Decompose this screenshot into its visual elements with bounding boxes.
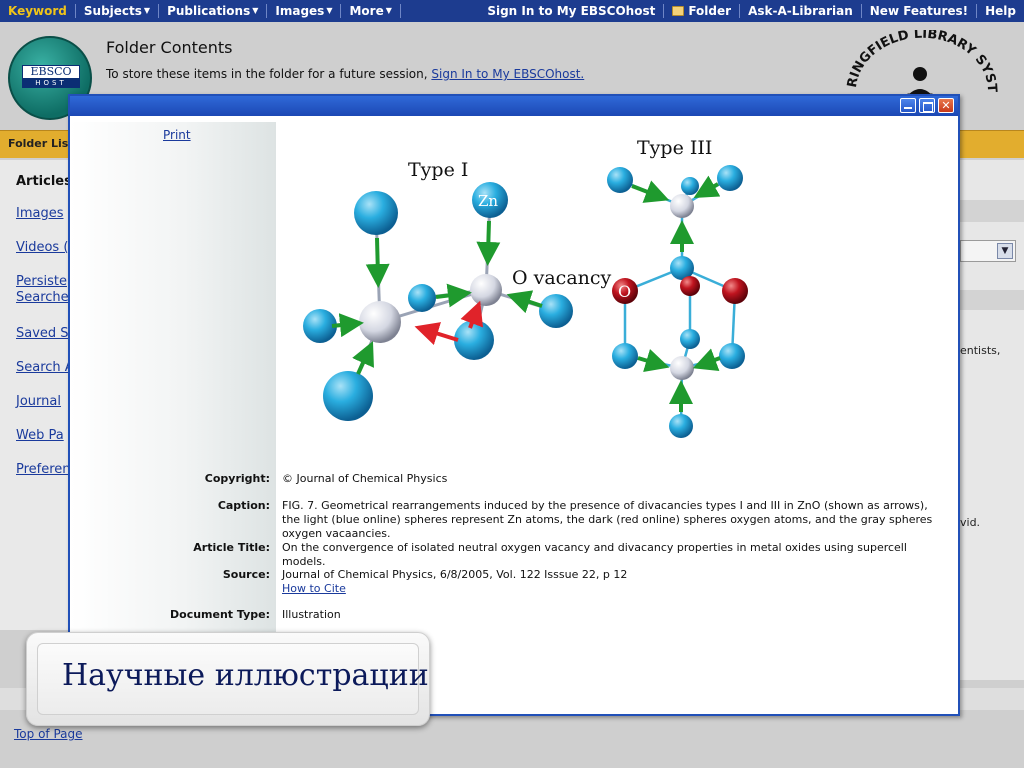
- print-link[interactable]: Print: [163, 128, 191, 142]
- zn-atom: [669, 414, 693, 438]
- zn-atom: [680, 329, 700, 349]
- nav-folder-label: Folder: [688, 4, 732, 18]
- left-menu: Articles Images Videos ( Persiste Search…: [0, 160, 74, 630]
- nav-subjects-label: Subjects: [83, 4, 142, 18]
- logo-bottom-text: HOST: [22, 79, 80, 88]
- window-titlebar[interactable]: ✕: [70, 96, 958, 116]
- how-to-cite-link[interactable]: How to Cite: [282, 582, 942, 596]
- zn-atom: [681, 177, 699, 195]
- left-menu-item-journal[interactable]: Journal: [16, 394, 61, 410]
- nav-folder[interactable]: Folder: [664, 4, 741, 18]
- slide-caption-inner: Научные иллюстрации: [37, 643, 429, 715]
- zn-atom: [717, 165, 743, 191]
- right-text-fragment-2: vid.: [960, 516, 981, 529]
- nav-more[interactable]: More ▼: [341, 4, 401, 18]
- slide-caption-text: Научные иллюстрации: [62, 658, 429, 693]
- left-menu-item-preferences[interactable]: Preferen: [16, 462, 71, 478]
- zn-atom: [354, 191, 398, 235]
- nav-more-label: More: [349, 4, 384, 18]
- right-bar-2: [960, 290, 1024, 310]
- source-text: Journal of Chemical Physics, 6/8/2005, V…: [282, 568, 628, 581]
- right-bar: [960, 200, 1024, 222]
- left-menu-item-searches[interactable]: Searche: [16, 290, 69, 306]
- slide-caption-box: Научные иллюстрации: [26, 632, 430, 726]
- caption-value: FIG. 7. Geometrical rearrangements induc…: [282, 499, 933, 540]
- page-subtitle: To store these items in the folder for a…: [106, 67, 584, 81]
- chevron-down-icon: ▼: [326, 6, 333, 15]
- copyright-value: © Journal of Chemical Physics: [282, 472, 448, 485]
- zn-atom: [303, 309, 337, 343]
- molecular-figure: Type I Zn O vacancy Type III O: [303, 137, 748, 438]
- logo-top-text: EBSCO: [22, 65, 80, 79]
- type-3-label: Type III: [637, 137, 712, 159]
- left-menu-item-images[interactable]: Images: [16, 206, 64, 222]
- nav-help[interactable]: Help: [977, 4, 1024, 18]
- article-title-value: On the convergence of isolated neutral o…: [282, 541, 907, 568]
- right-column: ▼ entists, vid.: [960, 160, 1024, 680]
- zn-atom: [612, 343, 638, 369]
- top-navigation-bar: Keyword Subjects ▼ Publications ▼ Images ▼ …: [0, 0, 1024, 22]
- nav-ask-a-librarian[interactable]: Ask-A-Librarian: [740, 4, 862, 18]
- window-left-panel: [70, 122, 276, 718]
- zn-atom: [607, 167, 633, 193]
- left-menu-item-videos[interactable]: Videos (: [16, 240, 68, 256]
- document-type-label: Document Type:: [170, 608, 270, 621]
- left-menu-item-web-pages[interactable]: Web Pa: [16, 428, 64, 444]
- nav-keyword[interactable]: Keyword: [0, 4, 76, 18]
- article-title-label: Article Title:: [193, 541, 270, 554]
- left-menu-item-saved[interactable]: Saved S: [16, 326, 69, 342]
- reader-head-shape: [913, 67, 927, 81]
- folder-icon: [672, 6, 685, 16]
- sign-in-link[interactable]: Sign In to My EBSCOhost.: [431, 67, 584, 81]
- zn-atom: [408, 284, 436, 312]
- oxygen-vacancy-atom: [470, 274, 502, 306]
- left-menu-header: Articles: [16, 174, 72, 189]
- zn-atom: [323, 371, 373, 421]
- o-label: O: [618, 282, 631, 301]
- nav-subjects[interactable]: Subjects ▼: [76, 4, 160, 18]
- zn-atom: [539, 294, 573, 328]
- nav-images[interactable]: Images ▼: [267, 4, 342, 18]
- oxygen-vacancy-atom: [359, 301, 401, 343]
- zn-atom: [454, 320, 494, 360]
- subtitle-text: To store these items in the folder for a…: [106, 67, 428, 81]
- nav-new-features[interactable]: New Features!: [862, 4, 978, 18]
- right-select[interactable]: ▼: [960, 240, 1016, 262]
- document-type-value: Illustration: [282, 608, 341, 621]
- page-title: Folder Contents: [106, 38, 233, 57]
- type-1-label: Type I: [408, 159, 468, 181]
- left-menu-item-search-alerts[interactable]: Search A: [16, 360, 74, 376]
- chevron-down-icon: ▼: [385, 6, 392, 15]
- maximize-button[interactable]: [919, 98, 935, 113]
- source-label: Source:: [222, 568, 270, 581]
- minimize-button[interactable]: [900, 98, 916, 113]
- chevron-down-icon: ▼: [252, 6, 259, 15]
- oxygen-atom: [680, 276, 700, 296]
- oxygen-vacancy-atom: [670, 356, 694, 380]
- oxygen-atom: [722, 278, 748, 304]
- copyright-label: Copyright:: [204, 472, 270, 485]
- image-detail-window: ✕ Print Type I Zn O vacancy Type III O C…: [68, 94, 960, 718]
- chevron-down-icon: ▼: [143, 6, 151, 15]
- zn-atom: [719, 343, 745, 369]
- right-text-fragment: entists,: [960, 344, 1001, 357]
- top-of-page-link[interactable]: Top of Page: [14, 727, 83, 741]
- left-menu-item-persistent[interactable]: Persiste: [16, 274, 67, 290]
- chevron-down-icon[interactable]: ▼: [997, 243, 1013, 259]
- zn-label: Zn: [478, 192, 498, 210]
- close-icon: ✕: [941, 99, 951, 112]
- close-button[interactable]: ✕: [938, 98, 954, 113]
- caption-label: Caption:: [217, 499, 270, 512]
- library-logo-text: RINGFIELD LIBRARY SYSTEM: [838, 30, 998, 93]
- nav-publications-label: Publications: [167, 4, 251, 18]
- nav-sign-in[interactable]: Sign In to My EBSCOhost: [479, 4, 665, 18]
- folder-list-label[interactable]: Folder Lis: [8, 137, 68, 150]
- o-vacancy-label: O vacancy: [512, 267, 612, 289]
- nav-images-label: Images: [275, 4, 325, 18]
- source-value: Journal of Chemical Physics, 6/8/2005, V…: [282, 568, 942, 596]
- oxygen-vacancy-atom: [670, 194, 694, 218]
- nav-publications[interactable]: Publications ▼: [159, 4, 268, 18]
